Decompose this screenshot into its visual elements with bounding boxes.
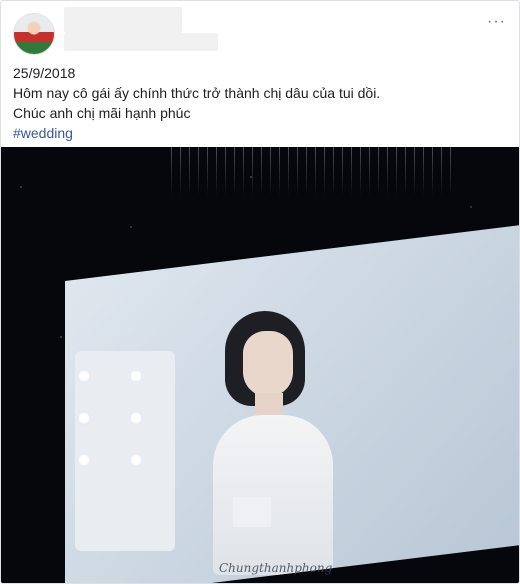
- post-date: 25/9/2018: [13, 65, 76, 81]
- mirror-bulb: [77, 411, 91, 425]
- post-card: ··· 25/9/2018 Hôm nay cô gái ấy chính th…: [0, 0, 520, 584]
- post-photo[interactable]: Chungthanhphong: [1, 147, 519, 583]
- bride-face: [243, 331, 293, 397]
- projection-screen: [65, 223, 519, 583]
- redacted-box: [233, 497, 271, 527]
- post-text: 25/9/2018 Hôm nay cô gái ấy chính thức t…: [13, 63, 503, 143]
- bride-figure: [195, 311, 355, 575]
- more-options-icon[interactable]: ···: [487, 13, 506, 31]
- mirror-bulb: [129, 369, 143, 383]
- screen-content: [65, 281, 519, 583]
- author-name-redacted: [64, 7, 182, 33]
- avatar[interactable]: [13, 13, 55, 55]
- chandelier: [171, 147, 451, 197]
- mirror-bulb: [129, 453, 143, 467]
- post-meta-redacted: [64, 33, 218, 51]
- vanity-mirror: [75, 351, 175, 551]
- post-line-1: Hôm nay cô gái ấy chính thức trở thành c…: [13, 85, 381, 101]
- photographer-signature: Chungthanhphong: [219, 561, 333, 575]
- post-line-2: Chúc anh chị mãi hạnh phúc: [13, 105, 191, 121]
- bride-dress: [213, 415, 333, 575]
- mirror-bulb: [129, 411, 143, 425]
- mirror-bulb: [77, 369, 91, 383]
- mirror-bulb: [77, 453, 91, 467]
- hashtag-link[interactable]: #wedding: [13, 123, 503, 143]
